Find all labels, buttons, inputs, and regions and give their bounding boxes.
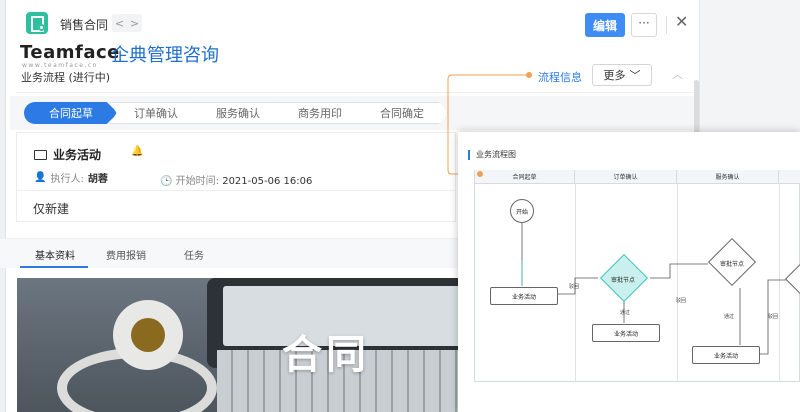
bell-icon[interactable]: 🔔 <box>131 146 143 157</box>
executor-label: 执行人: <box>50 174 84 185</box>
brand-logo: Teamface www.teamface.cn 企典管理咨询 <box>20 42 219 69</box>
process-status-label: 业务流程 (进行中) <box>21 71 111 84</box>
page-title: 销售合同 <box>60 18 109 32</box>
more-dropdown[interactable]: 更多 ﹀ <box>592 64 652 86</box>
contract-cover-image <box>17 278 462 412</box>
brand-slogan: 企典管理咨询 <box>111 45 219 66</box>
prev-arrow-icon[interactable]: < <box>115 17 124 30</box>
flowchart-title: 业务流程图 <box>468 150 516 160</box>
approval-node-label: 审批节点 <box>720 261 745 268</box>
flow-activity-node[interactable]: 业务活动 <box>490 287 558 305</box>
start-time-label: 开始时间: <box>175 176 220 187</box>
start-time-row: 🕒 开始时间: 2021-05-06 16:06 <box>160 172 312 187</box>
approval-node-label: 审批节点 <box>611 277 636 284</box>
connector-dot <box>526 72 532 78</box>
process-info-link[interactable]: 流程信息 <box>538 69 582 85</box>
more-options-button[interactable]: ··· <box>631 13 657 37</box>
step-order-confirm[interactable]: 订单确认 <box>110 102 202 124</box>
scrollbar[interactable] <box>694 80 699 140</box>
divider <box>16 190 456 191</box>
collapse-icon[interactable]: ︿ <box>672 66 683 82</box>
record-nav-arrows[interactable]: < > <box>112 14 142 32</box>
start-time-value: 2021-05-06 16:06 <box>222 176 313 187</box>
contract-app-icon <box>26 12 48 34</box>
brand-name: Teamface <box>20 42 120 63</box>
flow-activity-node[interactable]: 业务活动 <box>692 346 760 364</box>
active-tab-indicator <box>20 266 88 268</box>
user-icon: 👤 <box>34 172 47 183</box>
monitor-icon <box>34 149 47 160</box>
activity-status: 仅新建 <box>33 202 70 216</box>
connector-dot <box>477 171 483 177</box>
step-service-confirm[interactable]: 服务确认 <box>192 102 284 124</box>
executor-row: 👤 执行人: 胡蓉 <box>34 170 108 185</box>
cover-caption: 合同 <box>282 332 370 378</box>
chevron-down-icon: ﹀ <box>629 69 641 82</box>
edge-label-pass: 通过 <box>620 310 631 316</box>
column-divider <box>677 184 678 382</box>
left-edge-strip <box>0 0 6 412</box>
next-arrow-icon[interactable]: > <box>130 17 139 30</box>
executor-name: 胡蓉 <box>87 174 108 185</box>
divider <box>16 92 696 93</box>
flow-activity-node[interactable]: 业务活动 <box>592 324 660 342</box>
header-divider <box>666 16 667 34</box>
flow-column-header: 服务确认 <box>677 170 779 184</box>
activity-title: 业务活动 <box>34 146 101 163</box>
tab-basic-info[interactable]: 基本资料 <box>35 247 75 262</box>
close-icon[interactable]: ✕ <box>675 12 688 31</box>
tab-expense[interactable]: 费用报销 <box>106 247 146 262</box>
step-business-seal[interactable]: 商务用印 <box>274 102 366 124</box>
column-divider <box>779 184 780 382</box>
step-contract-final[interactable]: 合同确定 <box>356 102 448 124</box>
flow-start-node[interactable]: 开始 <box>510 199 534 223</box>
flow-column-header: 订单确认 <box>575 170 677 184</box>
brand-url: www.teamface.cn <box>22 62 98 69</box>
clock-icon: 🕒 <box>160 176 173 187</box>
edge-label-reject: 驳回 <box>569 284 580 290</box>
coffee-cup-shape <box>113 300 183 370</box>
activity-title-text: 业务活动 <box>53 148 102 162</box>
edge-label-pass: 通过 <box>724 314 735 320</box>
flow-column-header: 合同起草 <box>475 170 575 184</box>
edit-button[interactable]: 编辑 <box>585 13 625 37</box>
edge-label-reject: 驳回 <box>676 298 687 304</box>
flow-column-header-partial <box>779 170 800 184</box>
step-contract-draft[interactable]: 合同起草 <box>24 102 118 124</box>
edge-label-reject: 驳回 <box>768 314 779 320</box>
more-dropdown-label: 更多 <box>603 69 626 82</box>
tab-tasks[interactable]: 任务 <box>184 247 204 262</box>
